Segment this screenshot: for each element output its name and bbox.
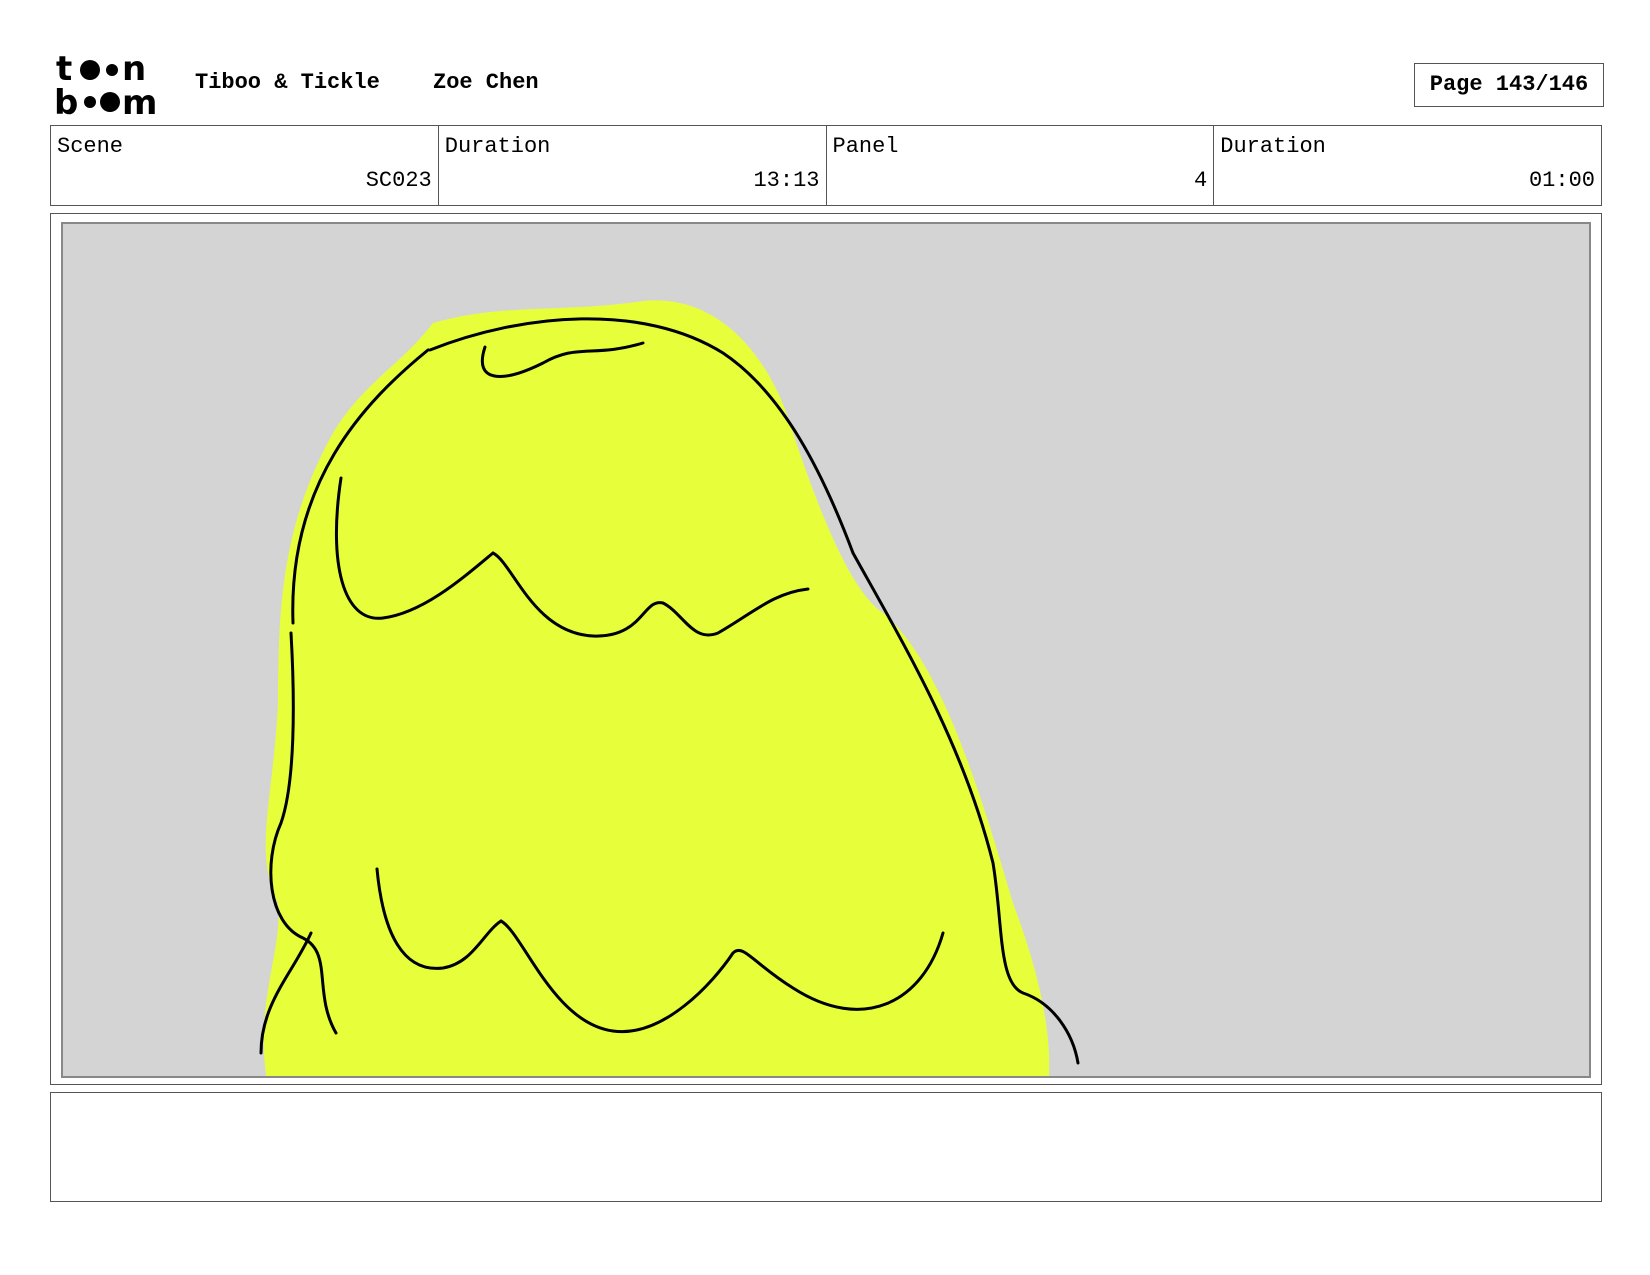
svg-text:m: m: [122, 83, 157, 116]
panel-artwork: [61, 222, 1591, 1078]
project-title: Tiboo & Tickle: [195, 70, 380, 95]
hair-drawing: [259, 300, 1080, 1076]
notes-area: [50, 1092, 1602, 1202]
page-number: Page 143/146: [1414, 63, 1604, 107]
duration-value: 01:00: [1528, 168, 1595, 193]
duration-label: Duration: [1220, 134, 1326, 159]
author-name: Zoe Chen: [433, 70, 539, 95]
storyboard-panel: [50, 213, 1602, 1085]
duration-label: Duration: [444, 134, 551, 159]
toon-boom-logo: t n b m: [54, 52, 157, 116]
scene-value: SC023: [365, 168, 432, 193]
duration-value: 13:13: [753, 168, 820, 193]
info-bar: Scene SC023 Duration 13:13 Panel 4 Duration…: [50, 125, 1602, 206]
panel-cell: Panel 4: [827, 126, 1215, 205]
scene-label: Scene: [57, 134, 124, 159]
scene-cell: Scene SC023: [51, 126, 439, 205]
panel-label: Panel: [832, 134, 899, 159]
svg-text:b: b: [54, 83, 78, 116]
panel-duration-cell: Duration 01:00: [1214, 126, 1601, 205]
panel-value: 4: [1194, 168, 1208, 193]
scene-duration-cell: Duration 13:13: [439, 126, 827, 205]
